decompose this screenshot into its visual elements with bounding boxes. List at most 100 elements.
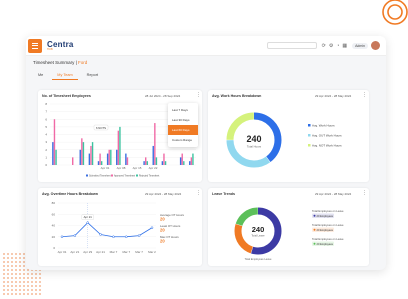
bar (99, 153, 101, 165)
y-tick-label: 8 (45, 102, 47, 106)
tooltip-text: 6 NOTS (96, 126, 106, 130)
bar (125, 153, 127, 165)
logo[interactable]: Centra HUB (47, 40, 74, 51)
bar (181, 153, 183, 165)
y-tick-label: 60 (52, 212, 56, 216)
bar (164, 161, 167, 165)
hamburger-icon[interactable] (28, 38, 42, 53)
notification-icon[interactable]: ◔ (336, 43, 339, 49)
legend-label: Avg. OUT Work Hours (312, 133, 342, 137)
stat-value: 20 (160, 239, 165, 244)
overtime-card: Avg. Overtime Hours Breakdown 29 Apr 202… (38, 188, 202, 266)
y-tick-label: 5 (45, 125, 47, 129)
y-tick-label: 4 (45, 133, 47, 137)
leave-trends-card: Leave Trends 29 Apr 2024 - 28 May 2024 ⋮… (208, 188, 369, 266)
leave-donut: 240Total Leave Total Employees Leave Total… (234, 207, 344, 261)
bar (106, 153, 109, 165)
tab-bar: Me My Team Report (33, 71, 103, 80)
bar (155, 157, 158, 165)
bar (52, 142, 54, 165)
bar (81, 138, 83, 165)
stat-value: 20 (160, 228, 165, 233)
dropdown-option[interactable]: Last 7 Days (168, 105, 198, 115)
data-point (73, 234, 77, 237)
y-tick-label: 6 (45, 117, 47, 121)
bar (79, 149, 81, 165)
center-label: Total Leave (251, 234, 265, 238)
y-tick-label: 80 (52, 201, 56, 205)
settings-icon[interactable]: ⚙ (329, 43, 333, 49)
bar (91, 142, 94, 165)
center-value: 240 (246, 134, 261, 144)
bar (119, 126, 121, 165)
refresh-icon[interactable]: ⟳ (322, 43, 326, 49)
work-hours-card: Avg. Work Hours Breakdown 29 Apr 2024 - … (208, 90, 369, 182)
tab-my-team[interactable]: My Team (52, 71, 78, 80)
bar (90, 145, 92, 165)
x-tick-label: Mar 7 (122, 250, 130, 254)
bar (161, 161, 164, 165)
legend-label: Submitted Timesheet (89, 174, 111, 177)
bar (53, 119, 56, 165)
dropdown-option-selected[interactable]: Last 60 Days (168, 125, 198, 135)
legend-label: Total Employees on Leave (312, 209, 344, 213)
y-tick-label: 7 (45, 110, 47, 114)
dropdown-option[interactable]: Custom Range (168, 135, 198, 145)
search-input[interactable] (266, 42, 317, 49)
legend-swatch (308, 124, 311, 127)
x-tick-label: Apr 29 (83, 250, 92, 254)
bar (55, 149, 57, 165)
bar (143, 161, 145, 165)
x-tick-label: Apr 15 (133, 166, 142, 170)
tab-me[interactable]: Me (33, 71, 48, 80)
dropdown-option[interactable]: Last 30 Days (168, 115, 198, 125)
bar (190, 157, 193, 165)
bar (100, 161, 103, 165)
legend-label: Total Employees on Leave (312, 223, 344, 227)
bar (110, 149, 112, 165)
legend-dot (313, 228, 316, 231)
y-tick-label: 1 (45, 155, 47, 159)
x-tick-label: Apr 21 (70, 250, 79, 254)
legend-label: Avg. Work Hours (312, 123, 335, 127)
x-tick-label: Apr 22 (149, 166, 158, 170)
page-title: Timesheet Summary (33, 60, 75, 65)
y-tick-label: 40 (52, 224, 56, 228)
legend-badge: 20 Employees (317, 228, 334, 232)
legend-dot (313, 214, 316, 217)
center-label: Total Hours (247, 145, 262, 149)
avatar[interactable] (371, 41, 380, 50)
legend-swatch (111, 174, 113, 177)
legend-swatch (86, 174, 88, 177)
x-tick-label: Apr 08 (117, 166, 126, 170)
bar (154, 123, 156, 165)
data-point (125, 235, 128, 238)
bottom-label: Total Employees Leave (245, 257, 272, 261)
overtime-line-chart: 806040200Apr 21Apr 01 Apr 21 Apr 29 Apr 21 M… (52, 201, 185, 254)
date-range-dropdown: Last 7 Days Last 30 Days Last 60 Days Cu… (168, 103, 198, 147)
app-window: Centra HUB ⟳ ⚙ ◔ ▦ Admin Timesheet Summa… (26, 36, 386, 270)
center-value: 240 (252, 225, 265, 234)
grid-icon[interactable]: ▦ (342, 43, 347, 49)
x-tick-label: Apr 01 (101, 166, 110, 170)
bar (88, 153, 91, 165)
y-tick-label: 3 (45, 140, 47, 144)
legend-swatch (136, 174, 138, 177)
tab-report[interactable]: Report (82, 71, 103, 80)
bar (117, 130, 120, 165)
bar (163, 153, 165, 165)
data-point (86, 221, 89, 224)
x-tick-label: Mar 2 (148, 250, 156, 254)
x-tick-label: Mar 7 (110, 250, 118, 254)
bar (108, 149, 110, 165)
bar (82, 142, 85, 165)
user-role[interactable]: Admin (352, 42, 368, 49)
tooltip-text: Apr 21 (84, 215, 93, 219)
breadcrumb-current[interactable]: Ford (78, 60, 87, 65)
legend-swatch (308, 134, 311, 137)
y-tick-label: 20 (52, 235, 56, 239)
x-tick-label: Mar 7 (135, 250, 143, 254)
top-bar: Centra HUB ⟳ ⚙ ◔ ▦ Admin (26, 36, 386, 56)
bar (189, 161, 191, 165)
y-tick-label: 0 (53, 246, 55, 250)
